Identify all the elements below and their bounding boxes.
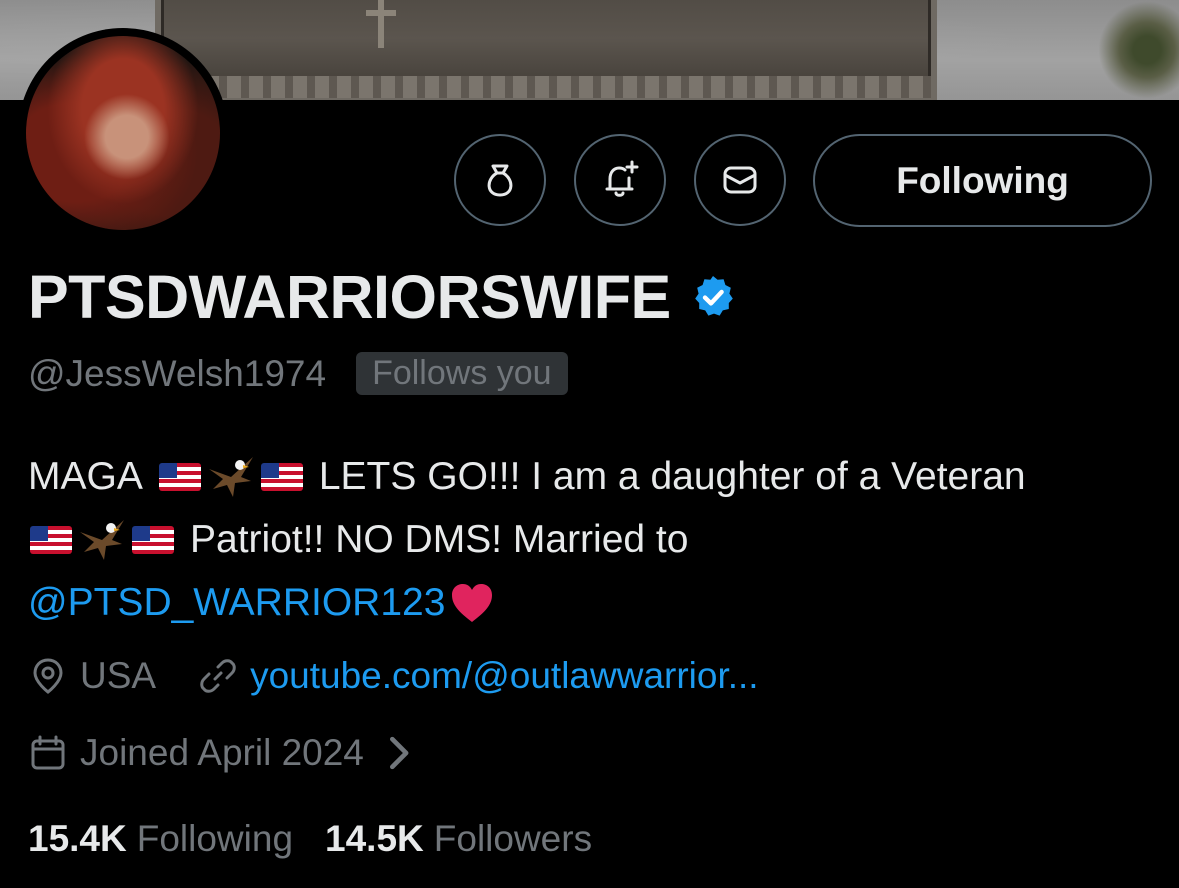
bio-text-maga: MAGA bbox=[28, 455, 143, 498]
followers-label: Followers bbox=[433, 818, 593, 859]
message-icon bbox=[723, 166, 757, 194]
avatar-image bbox=[26, 36, 220, 230]
followers-stat[interactable]: 14.5K Followers bbox=[325, 818, 592, 860]
message-button[interactable] bbox=[694, 134, 786, 226]
bio-text-line2: Patriot!! NO DMS! Married to bbox=[190, 518, 689, 561]
red-heart-icon bbox=[452, 583, 493, 622]
notification-subscribe-button[interactable] bbox=[574, 134, 666, 226]
notification-add-icon bbox=[605, 160, 639, 197]
location-text: USA bbox=[80, 655, 157, 696]
location-pin-icon bbox=[33, 658, 63, 694]
tip-button[interactable] bbox=[454, 134, 546, 226]
display-name: PTSDWARRIORSWIFE bbox=[28, 262, 737, 332]
following-stat[interactable]: 15.4K Following bbox=[28, 818, 293, 860]
link-icon bbox=[200, 659, 236, 693]
avatar[interactable] bbox=[18, 28, 228, 238]
user-handle: @JessWelsh1974 bbox=[28, 352, 327, 394]
money-bag-icon bbox=[487, 164, 513, 197]
profile-bio: MAGA LETS GO!!! I am a daughter of a Vet… bbox=[28, 445, 1158, 634]
bio-line-3: @PTSD_WARRIOR123 bbox=[28, 571, 1158, 634]
calendar-icon bbox=[31, 735, 65, 770]
follow-stats: 15.4K Following 14.5K Followers bbox=[28, 818, 592, 860]
bio-line-1: MAGA LETS GO!!! I am a daughter of a Vet… bbox=[28, 445, 1158, 508]
profile-meta-row: USA youtube.com/@outlawwarrior... bbox=[28, 655, 759, 697]
following-button[interactable]: Following bbox=[813, 134, 1152, 227]
follows-you-badge: Follows you bbox=[356, 352, 568, 395]
banner-grass bbox=[1099, 0, 1179, 100]
following-count: 15.4K bbox=[28, 818, 127, 859]
bio-mention-link[interactable]: @PTSD_WARRIOR123 bbox=[28, 571, 445, 634]
verified-badge-icon[interactable] bbox=[689, 273, 737, 321]
banner-grave-plaque bbox=[155, 0, 937, 100]
us-flag-icon bbox=[132, 525, 174, 554]
eagle-icon bbox=[80, 519, 124, 560]
banner-plaque-trim bbox=[161, 76, 931, 98]
bio-line-2: Patriot!! NO DMS! Married to bbox=[28, 508, 1158, 571]
website-link[interactable]: youtube.com/@outlawwarrior... bbox=[250, 655, 759, 697]
chevron-right-icon bbox=[389, 736, 409, 770]
eagle-icon bbox=[208, 456, 253, 497]
us-flag-icon bbox=[30, 525, 72, 554]
cross-icon bbox=[366, 0, 396, 50]
handle-row: @JessWelsh1974 Follows you bbox=[28, 352, 568, 395]
us-flag-icon bbox=[158, 462, 201, 491]
bio-text-line1: LETS GO!!! I am a daughter of a Veteran bbox=[318, 455, 1026, 498]
us-flag-icon bbox=[260, 462, 303, 491]
followers-count: 14.5K bbox=[325, 818, 424, 859]
display-name-text: PTSDWARRIORSWIFE bbox=[28, 263, 671, 331]
following-label: Following bbox=[136, 818, 294, 859]
joined-date-text: Joined April 2024 bbox=[80, 732, 364, 773]
profile-page: Following PTSDWARRIORSWIFE @JessWelsh197… bbox=[0, 0, 1179, 888]
joined-date-row[interactable]: Joined April 2024 bbox=[28, 732, 432, 774]
